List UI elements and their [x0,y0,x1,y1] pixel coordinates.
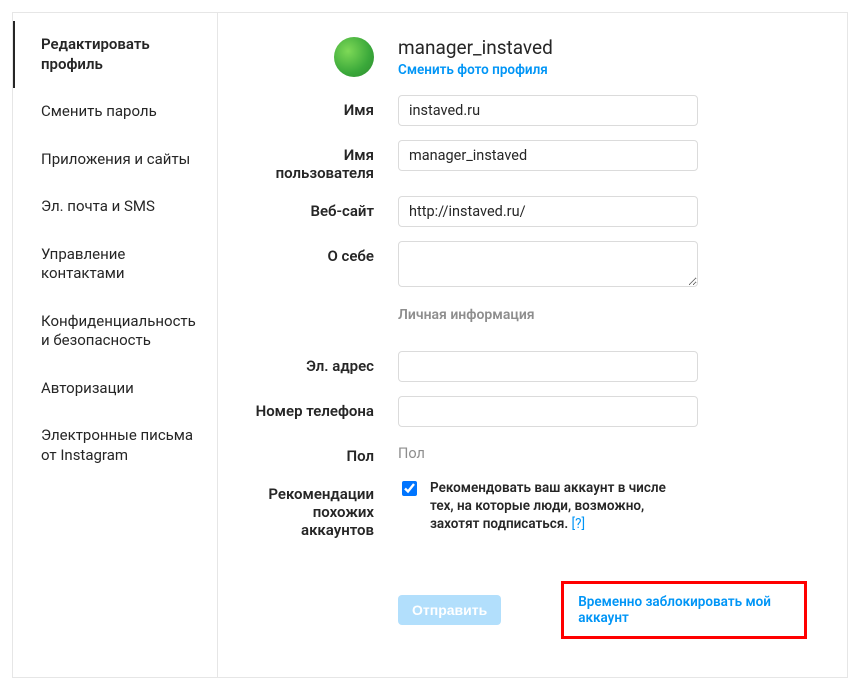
row-name: Имя [248,95,807,126]
help-link[interactable]: [?] [572,516,586,532]
label-phone: Номер телефона [248,396,398,420]
sidebar-item-emails-from-instagram[interactable]: Электронные письма от Instagram [13,412,217,479]
sidebar-item-apps-sites[interactable]: Приложения и сайты [13,136,217,184]
row-phone: Номер телефона [248,396,807,427]
label-similar: Рекомендации похожих аккаунтов [248,479,398,539]
sidebar: Редактировать профиль Сменить пароль При… [13,13,218,677]
input-website[interactable] [398,196,698,227]
profile-header-row: manager_instaved Сменить фото профиля [248,37,807,81]
private-info-title: Личная информация [398,307,807,323]
row-similar-accounts: Рекомендации похожих аккаунтов Рекомендо… [248,479,807,539]
input-phone[interactable] [398,396,698,427]
sidebar-item-edit-profile[interactable]: Редактировать профиль [13,21,217,88]
settings-container: Редактировать профиль Сменить пароль При… [12,12,848,678]
main-panel: manager_instaved Сменить фото профиля Им… [218,13,847,677]
label-name: Имя [248,95,398,119]
label-username: Имя пользователя [248,140,398,182]
row-username: Имя пользователя [248,140,807,182]
input-email[interactable] [398,351,698,382]
avatar[interactable] [334,37,374,77]
submit-button[interactable]: Отправить [398,595,501,625]
input-name[interactable] [398,95,698,126]
textarea-bio[interactable] [398,241,698,287]
row-bio: О себе [248,241,807,287]
row-private-info-title: Личная информация [248,301,807,337]
row-website: Веб-сайт [248,196,807,227]
label-website: Веб-сайт [248,196,398,220]
profile-username: manager_instaved [398,37,807,60]
sidebar-item-email-sms[interactable]: Эл. почта и SMS [13,183,217,231]
label-email: Эл. адрес [248,351,398,375]
row-actions: Отправить Временно заблокировать мой акк… [248,553,807,639]
row-gender: Пол Пол [248,441,807,465]
checkbox-similar[interactable] [402,481,417,496]
label-bio: О себе [248,241,398,265]
change-photo-link[interactable]: Сменить фото профиля [398,62,807,78]
label-gender: Пол [248,441,398,465]
sidebar-item-login-activity[interactable]: Авторизации [13,365,217,413]
profile-header-text: manager_instaved Сменить фото профиля [398,37,807,78]
temporarily-disable-link[interactable]: Временно заблокировать мой аккаунт [578,594,771,626]
avatar-col [248,37,398,81]
input-username[interactable] [398,140,698,171]
sidebar-item-change-password[interactable]: Сменить пароль [13,88,217,136]
gender-value[interactable]: Пол [398,441,807,462]
row-email: Эл. адрес [248,351,807,382]
highlight-box: Временно заблокировать мой аккаунт [561,581,807,639]
sidebar-item-privacy-security[interactable]: Конфиденциальность и безопасность [13,298,217,365]
sidebar-item-manage-contacts[interactable]: Управление контактами [13,231,217,298]
checkbox-similar-text: Рекомендовать ваш аккаунт в числе тех, н… [430,479,690,534]
